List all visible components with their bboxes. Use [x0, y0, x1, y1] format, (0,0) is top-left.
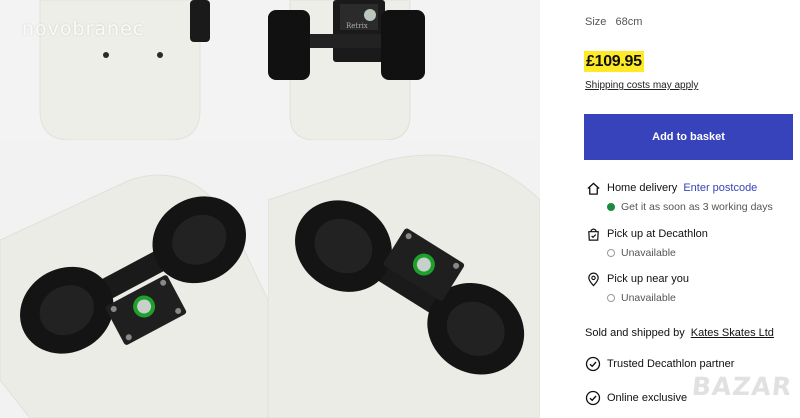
feature-online-exclusive: Online exclusive: [585, 390, 687, 406]
gallery-image-3[interactable]: [0, 140, 268, 418]
unavailable-dot: [607, 249, 615, 257]
shipping-costs-link[interactable]: Shipping costs may apply: [585, 80, 698, 91]
feature-trusted-partner: Trusted Decathlon partner: [585, 356, 734, 372]
home-icon: [585, 180, 601, 196]
pickup-store-status: Unavailable: [621, 247, 676, 259]
check-circle-icon: [585, 356, 601, 372]
product-image-gallery: novobranec Retrix: [0, 0, 540, 418]
feature-label: Online exclusive: [607, 392, 688, 404]
pickup-near-title: Pick up near you: [607, 273, 689, 285]
product-buy-panel: Size 68cm £109.95 Shipping costs may app…: [540, 0, 800, 418]
gallery-image-1[interactable]: novobranec: [0, 0, 268, 140]
size-value: 68cm: [615, 16, 643, 28]
home-delivery-status: Get it as soon as 3 working days: [621, 201, 773, 213]
pickup-store-title: Pick up at Decathlon: [607, 228, 708, 240]
sold-by-prefix: Sold and shipped by: [585, 327, 685, 339]
product-price: £109.95: [584, 51, 644, 72]
svg-text:Retrix: Retrix: [346, 22, 368, 30]
add-to-basket-button[interactable]: Add to basket: [584, 114, 793, 160]
feature-label: Trusted Decathlon partner: [607, 358, 735, 370]
home-delivery-option: Home delivery Enter postcode Get it as s…: [585, 180, 773, 214]
unavailable-dot: [607, 294, 615, 302]
pickup-near-status: Unavailable: [621, 292, 676, 304]
location-pin-icon: [585, 271, 601, 287]
seller-info: Sold and shipped by Kates Skates Ltd: [585, 327, 774, 339]
enter-postcode-link[interactable]: Enter postcode: [683, 182, 757, 194]
pickup-near-option: Pick up near you Unavailable: [585, 271, 689, 305]
available-dot: [607, 203, 615, 211]
check-circle-icon: [585, 390, 601, 406]
store-bag-icon: [585, 226, 601, 242]
truck-closeup-image: Retrix: [268, 0, 540, 140]
size-row: Size 68cm: [585, 16, 642, 28]
watermark-text: novobranec: [22, 18, 145, 40]
pickup-store-option: Pick up at Decathlon Unavailable: [585, 226, 708, 260]
size-label: Size: [585, 16, 607, 28]
truck-angle-left-image: [0, 140, 268, 418]
truck-angle-right-image: [268, 140, 540, 418]
gallery-image-4[interactable]: [268, 140, 540, 418]
home-delivery-title: Home delivery: [607, 182, 678, 194]
gallery-image-2[interactable]: Retrix: [268, 0, 540, 140]
seller-name-link[interactable]: Kates Skates Ltd: [691, 327, 774, 339]
bazar-watermark: BAZAR: [690, 372, 794, 401]
